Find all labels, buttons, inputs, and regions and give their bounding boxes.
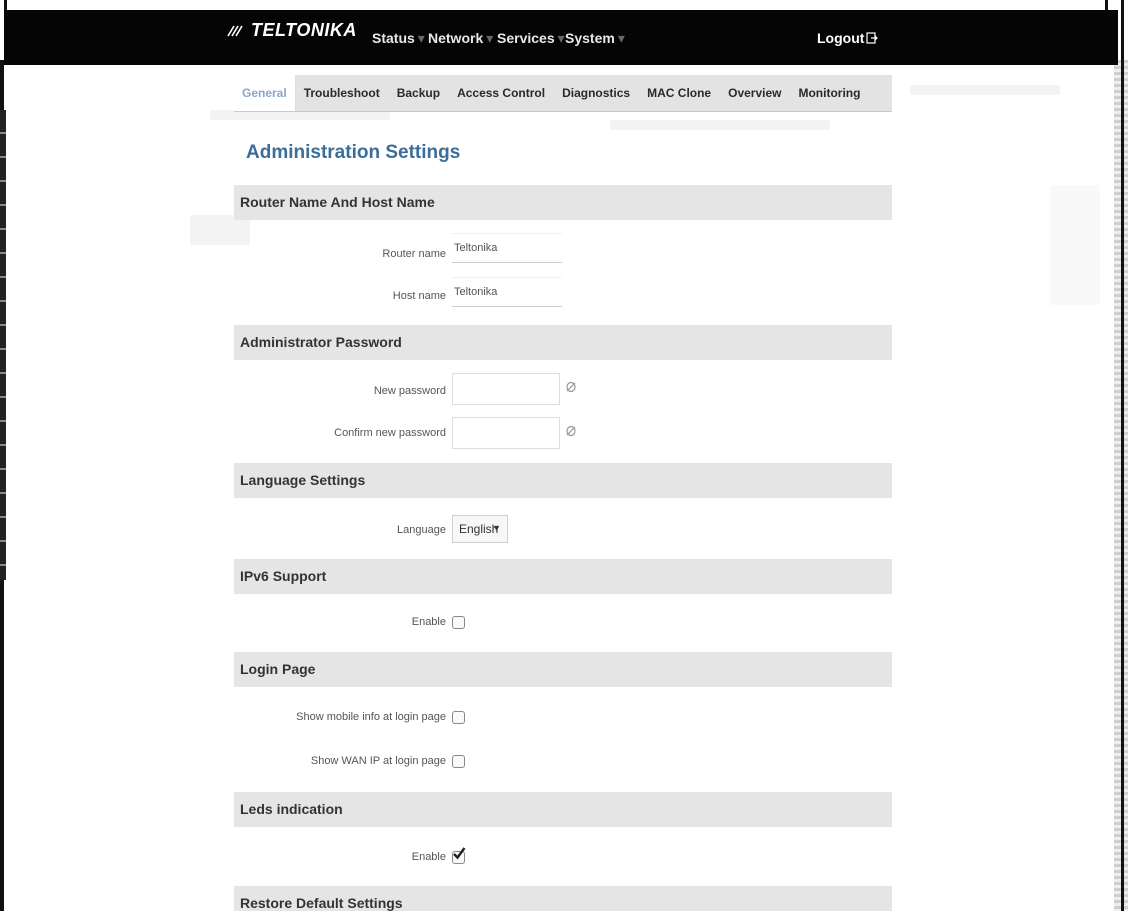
eye-icon[interactable] xyxy=(565,381,577,393)
tab-diagnostics[interactable]: Diagnostics xyxy=(562,86,630,100)
page-title: Administration Settings xyxy=(246,142,461,163)
leds-enable-label: Enable xyxy=(411,851,446,863)
nav-system-label: System xyxy=(565,30,615,46)
new-password-label: New password xyxy=(373,385,446,397)
logout-icon xyxy=(866,32,879,44)
tab-troubleshoot[interactable]: Troubleshoot xyxy=(304,86,380,100)
section-leds: Leds indication xyxy=(234,792,892,827)
section-ipv6: IPv6 Support xyxy=(234,559,892,594)
brand-logo[interactable]: TELTONIKA xyxy=(226,20,357,41)
ipv6-enable-label: Enable xyxy=(411,616,446,628)
confirm-password-label: Confirm new password xyxy=(334,427,446,439)
nav-services-label: Services xyxy=(497,30,555,46)
section-language: Language Settings xyxy=(234,463,892,498)
logout-button[interactable]: Logout xyxy=(817,30,879,46)
nav-status[interactable]: Status ▾ xyxy=(372,30,425,47)
frame-corner-right xyxy=(1105,0,1108,10)
host-name-input[interactable] xyxy=(452,277,562,307)
section-restore-defaults: Restore Default Settings xyxy=(234,886,892,911)
show-mobile-info-label: Show mobile info at login page xyxy=(296,711,446,723)
frame-top xyxy=(0,0,1128,10)
tab-access-control[interactable]: Access Control xyxy=(457,86,545,100)
language-label: Language xyxy=(397,524,446,536)
section-admin-password: Administrator Password xyxy=(234,325,892,360)
ipv6-enable-checkbox[interactable] xyxy=(452,616,465,629)
dropdown-arrow-icon: ▼ xyxy=(492,523,501,533)
language-select[interactable]: English ▼ xyxy=(452,515,508,543)
frame-right-border xyxy=(1121,0,1124,911)
chevron-down-icon: ▾ xyxy=(557,30,565,46)
confirm-password-input[interactable] xyxy=(452,417,560,449)
tab-mac-clone[interactable]: MAC Clone xyxy=(647,86,711,100)
teltonika-logo-icon xyxy=(227,25,243,36)
show-wan-ip-checkbox[interactable] xyxy=(452,755,465,768)
tab-backup[interactable]: Backup xyxy=(397,86,440,100)
brand-name: TELTONIKA xyxy=(251,20,357,40)
nav-system[interactable]: System ▾ xyxy=(565,30,625,47)
chevron-down-icon: ▾ xyxy=(486,30,494,46)
show-wan-ip-label: Show WAN IP at login page xyxy=(310,755,446,767)
router-name-label: Router name xyxy=(382,248,446,260)
logout-label: Logout xyxy=(817,30,865,46)
section-router-name: Router Name And Host Name xyxy=(234,185,892,220)
left-edge-strip xyxy=(0,110,6,580)
nav-network-label: Network xyxy=(428,30,484,46)
section-login-page: Login Page xyxy=(234,652,892,687)
tab-bar: General Troubleshoot Backup Access Contr… xyxy=(234,75,892,112)
chevron-down-icon: ▾ xyxy=(417,30,425,46)
new-password-input[interactable] xyxy=(452,373,560,405)
nav-status-label: Status xyxy=(372,30,415,46)
host-name-label: Host name xyxy=(392,290,446,302)
router-name-input[interactable] xyxy=(452,233,562,263)
eye-icon[interactable] xyxy=(565,425,577,437)
nav-network[interactable]: Network ▾ xyxy=(428,30,493,47)
chevron-down-icon: ▾ xyxy=(617,30,625,46)
tab-general[interactable]: General xyxy=(234,75,296,111)
frame-corner-left xyxy=(4,0,7,10)
tab-overview[interactable]: Overview xyxy=(728,86,781,100)
show-mobile-info-checkbox[interactable] xyxy=(452,711,465,724)
nav-services[interactable]: Services ▾ xyxy=(497,30,565,47)
tab-monitoring[interactable]: Monitoring xyxy=(798,86,860,100)
checkmark-icon xyxy=(453,847,466,860)
